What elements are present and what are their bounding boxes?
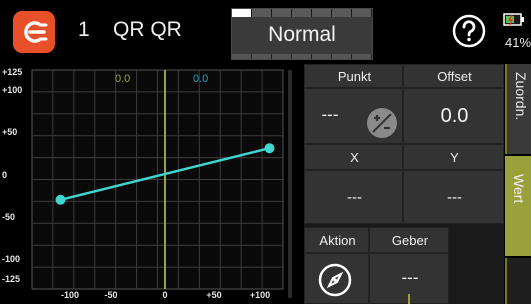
offset-value-cell[interactable]: 0.0: [403, 88, 504, 144]
y-tick-label: -100: [2, 254, 21, 264]
curve-graph[interactable]: +125 +100 +50 0 -50 -100 -125 -100 -50 0…: [0, 64, 290, 304]
tab-assignment-label: Zuordn.: [513, 72, 529, 121]
mode-indicator-strip-bottom: [232, 54, 372, 59]
x-tick-label: +100: [249, 290, 271, 300]
battery-percent: 41%: [505, 35, 531, 50]
flight-mode-selector[interactable]: Normal: [231, 8, 373, 60]
y-header-cell: Y: [403, 144, 504, 170]
model-selector-icon: [24, 21, 48, 43]
curve-point: [55, 194, 66, 205]
offset-header-cell: Offset: [403, 64, 504, 88]
model-number: 1: [78, 18, 90, 41]
y-tick-label: -125: [2, 274, 21, 284]
graph-scrollbar: [288, 70, 292, 298]
help-icon: [452, 14, 486, 48]
x-tick-label: 0: [162, 290, 168, 300]
flight-mode-label: Normal: [268, 23, 336, 46]
compass-icon: [318, 263, 352, 297]
aktion-label: Aktion: [319, 233, 356, 248]
action-button[interactable]: [317, 262, 353, 298]
y-value-cell[interactable]: ---: [403, 170, 504, 224]
x-value: ---: [347, 189, 362, 206]
geber-label: Geber: [391, 233, 429, 248]
tab-value[interactable]: Wert: [505, 156, 531, 256]
punkt-header-cell: Punkt: [304, 64, 403, 88]
geber-header-cell: Geber: [369, 227, 449, 253]
curve-point: [264, 143, 275, 154]
tab-value-label: Wert: [511, 174, 527, 204]
input-value-readout: 0.0: [115, 73, 131, 85]
x-tick-label: -100: [60, 290, 80, 300]
x-tick-label: -50: [104, 290, 118, 300]
mode-indicator-strip: [232, 9, 372, 17]
geber-value: ---: [401, 268, 419, 287]
x-header-cell: X: [304, 144, 403, 170]
y-tick-label: -50: [2, 212, 16, 222]
battery-icon: [503, 12, 525, 28]
curve-chart: [31, 69, 284, 290]
y-value: ---: [447, 189, 462, 206]
aktion-header-cell: Aktion: [304, 227, 369, 253]
model-name[interactable]: QR QR: [113, 18, 182, 42]
offset-value: 0.0: [440, 105, 469, 127]
model-selector-button[interactable]: [13, 11, 55, 53]
tab-assignment[interactable]: Zuordn.: [505, 64, 531, 154]
top-bar: 1 QR QR Normal 41%: [0, 0, 531, 64]
punkt-label: Punkt: [337, 69, 372, 84]
geber-marker: [408, 294, 410, 304]
point-add-remove-button[interactable]: [364, 105, 400, 141]
y-tick-label: +125: [2, 67, 23, 77]
x-label: X: [350, 150, 359, 165]
y-tick-label: +100: [2, 85, 23, 95]
plus-minus-icon: [367, 108, 397, 138]
y-tick-label: 0: [2, 170, 8, 180]
y-tick-label: +50: [2, 127, 18, 137]
punkt-value: ---: [321, 105, 339, 124]
x-value-cell[interactable]: ---: [304, 170, 403, 224]
help-button[interactable]: [452, 14, 486, 48]
tab-more[interactable]: [505, 258, 531, 304]
x-tick-label: +50: [206, 290, 222, 300]
geber-value-cell[interactable]: ---: [369, 253, 449, 304]
y-label: Y: [450, 150, 459, 165]
output-value-readout: 0.0: [193, 73, 209, 85]
offset-label: Offset: [437, 69, 472, 84]
